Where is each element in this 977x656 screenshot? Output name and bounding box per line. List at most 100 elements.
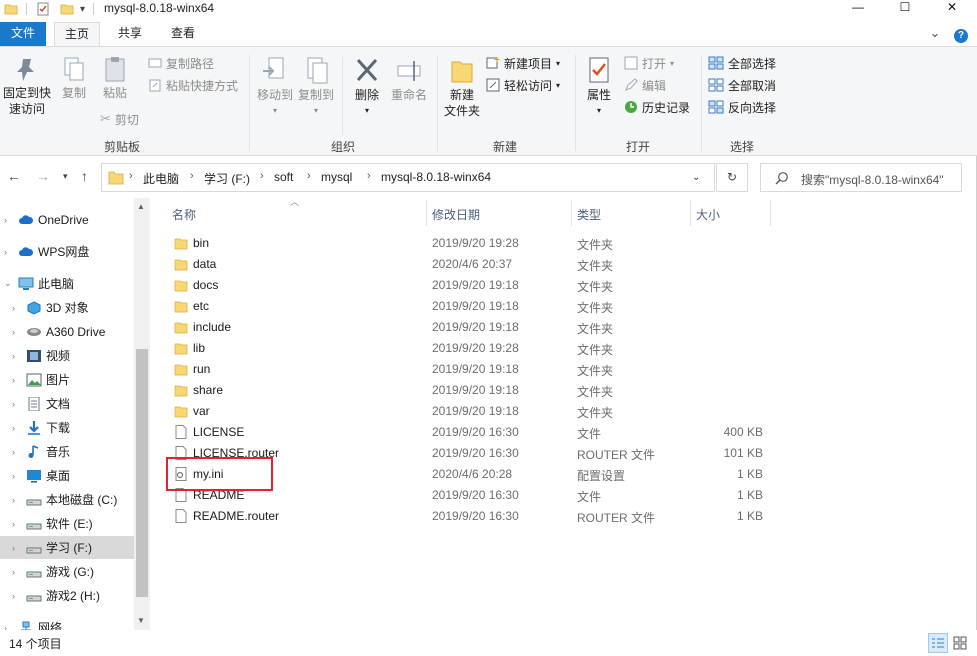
file-row[interactable]: data 2020/4/6 20:37 文件夹 <box>160 254 780 275</box>
new-folder-icon[interactable] <box>60 2 74 16</box>
nav-item[interactable]: › 游戏2 (H:) <box>0 584 134 607</box>
invert-selection-button[interactable]: 反向选择 <box>708 97 776 117</box>
forward-arrow-icon[interactable]: → <box>36 168 50 184</box>
ribbon-expand-icon[interactable]: ⌄ <box>928 22 942 46</box>
expanded-arrow-icon[interactable]: ⌄ <box>4 278 14 289</box>
collapsed-arrow-icon[interactable]: › <box>12 327 22 337</box>
back-arrow-icon[interactable]: ← <box>7 168 21 184</box>
column-header-name[interactable]: 名称 <box>172 206 196 223</box>
large-icons-view-button[interactable] <box>950 633 970 653</box>
nav-item[interactable]: ⌄ 此电脑 <box>0 272 134 295</box>
paste-shortcut-button[interactable]: 粘贴快捷方式 <box>148 75 238 95</box>
collapsed-arrow-icon[interactable]: › <box>12 351 22 361</box>
scroll-down-icon[interactable]: ▼ <box>137 616 145 625</box>
nav-item[interactable]: › 软件 (E:) <box>0 512 134 535</box>
collapsed-arrow-icon[interactable]: › <box>12 447 22 457</box>
file-row[interactable]: run 2019/9/20 19:18 文件夹 <box>160 359 780 380</box>
collapsed-arrow-icon[interactable]: › <box>12 519 22 529</box>
column-divider[interactable] <box>770 200 771 226</box>
nav-item[interactable]: › 桌面 <box>0 464 134 487</box>
file-row[interactable]: lib 2019/9/20 19:28 文件夹 <box>160 338 780 359</box>
collapsed-arrow-icon[interactable]: › <box>12 399 22 409</box>
collapsed-arrow-icon[interactable]: › <box>12 471 22 481</box>
collapsed-arrow-icon[interactable]: › <box>12 375 22 385</box>
tab-share[interactable]: 共享 <box>108 22 152 46</box>
collapsed-arrow-icon[interactable]: › <box>12 591 22 601</box>
select-all-button[interactable]: 全部选择 <box>708 53 776 73</box>
search-input[interactable]: 搜索"mysql-8.0.18-winx64" <box>760 163 962 192</box>
tab-view[interactable]: 查看 <box>160 22 206 46</box>
collapsed-arrow-icon[interactable]: › <box>12 567 22 577</box>
breadcrumb-soft[interactable]: soft <box>274 170 293 184</box>
nav-item[interactable]: › A360 Drive <box>0 320 134 343</box>
rename-button[interactable]: 重命名 <box>387 55 431 103</box>
file-row[interactable]: include 2019/9/20 19:18 文件夹 <box>160 317 780 338</box>
copy-button[interactable]: 复制 <box>57 55 91 101</box>
column-header-modified[interactable]: 修改日期 <box>432 206 480 223</box>
move-to-button[interactable]: 移动到 ▾ <box>255 55 295 119</box>
column-divider[interactable] <box>426 200 427 226</box>
address-bar[interactable]: › 此电脑 › 学习 (F:) › soft › mysql › mysql-8… <box>101 163 715 192</box>
scroll-up-icon[interactable]: ▲ <box>137 202 145 211</box>
pin-quick-access-button[interactable]: 固定到快 速访问 <box>0 55 54 117</box>
new-folder-button[interactable]: 新建 文件夹 <box>442 55 482 119</box>
close-button[interactable]: ✕ <box>932 0 972 16</box>
breadcrumb-current[interactable]: mysql-8.0.18-winx64 <box>381 170 491 184</box>
easy-access-button[interactable]: 轻松访问 ▾ <box>486 75 560 95</box>
breadcrumb-drive-f[interactable]: 学习 (F:) <box>204 170 250 187</box>
collapsed-arrow-icon[interactable]: › <box>4 215 14 225</box>
file-row[interactable]: docs 2019/9/20 19:18 文件夹 <box>160 275 780 296</box>
column-divider[interactable] <box>690 200 691 226</box>
copy-path-button[interactable]: 复制路径 <box>148 53 214 73</box>
select-none-button[interactable]: 全部取消 <box>708 75 776 95</box>
breadcrumb-mysql[interactable]: mysql <box>321 170 352 184</box>
nav-item[interactable]: › 游戏 (G:) <box>0 560 134 583</box>
collapsed-arrow-icon[interactable]: › <box>4 623 14 631</box>
column-header-size[interactable]: 大小 <box>696 206 720 223</box>
file-row[interactable]: share 2019/9/20 19:18 文件夹 <box>160 380 780 401</box>
nav-scrollbar-thumb[interactable] <box>136 349 148 597</box>
nav-item[interactable]: › OneDrive <box>0 208 134 231</box>
file-row[interactable]: var 2019/9/20 19:18 文件夹 <box>160 401 780 422</box>
cut-button[interactable]: ✂ 剪切 <box>100 109 139 129</box>
collapsed-arrow-icon[interactable]: › <box>12 495 22 505</box>
nav-item[interactable]: › 图片 <box>0 368 134 391</box>
collapsed-arrow-icon[interactable]: › <box>12 543 22 553</box>
details-view-button[interactable] <box>928 633 948 653</box>
nav-item[interactable]: › 本地磁盘 (C:) <box>0 488 134 511</box>
collapsed-arrow-icon[interactable]: › <box>12 303 22 313</box>
file-row[interactable]: LICENSE 2019/9/20 16:30 文件 400 KB <box>160 422 780 443</box>
refresh-button[interactable]: ↻ <box>716 163 748 192</box>
edit-button[interactable]: 编辑 <box>624 75 666 95</box>
tab-home[interactable]: 主页 <box>54 22 100 46</box>
recent-locations-icon[interactable]: ▾ <box>63 171 68 182</box>
help-icon[interactable]: ? <box>952 22 970 46</box>
properties-button[interactable]: 属性 ▾ <box>582 55 616 119</box>
customize-toolbar-icon[interactable]: ▾ <box>80 4 85 15</box>
open-button[interactable]: 打开 ▾ <box>624 53 674 73</box>
copy-to-button[interactable]: 复制到 ▾ <box>296 55 336 119</box>
file-row[interactable]: etc 2019/9/20 19:18 文件夹 <box>160 296 780 317</box>
history-button[interactable]: 历史记录 <box>624 97 690 117</box>
nav-item[interactable]: › 音乐 <box>0 440 134 463</box>
column-divider[interactable] <box>571 200 572 226</box>
delete-button[interactable]: 删除 ▾ <box>350 55 384 119</box>
column-header-type[interactable]: 类型 <box>577 206 601 223</box>
nav-item[interactable]: › 文档 <box>0 392 134 415</box>
file-row[interactable]: bin 2019/9/20 19:28 文件夹 <box>160 233 780 254</box>
breadcrumb-this-pc[interactable]: 此电脑 <box>143 170 179 187</box>
paste-button[interactable]: 粘贴 <box>98 55 132 101</box>
minimize-button[interactable]: — <box>838 0 878 16</box>
nav-item[interactable]: › 网络 <box>0 616 134 630</box>
tab-file[interactable]: 文件 <box>0 22 46 46</box>
maximize-button[interactable]: ☐ <box>885 0 925 16</box>
collapsed-arrow-icon[interactable]: › <box>12 423 22 433</box>
nav-item[interactable]: › 下载 <box>0 416 134 439</box>
nav-item[interactable]: › WPS网盘 <box>0 240 134 263</box>
nav-item[interactable]: › 学习 (F:) <box>0 536 134 559</box>
folder-icon[interactable] <box>4 2 18 16</box>
nav-item[interactable]: › 视频 <box>0 344 134 367</box>
file-row[interactable]: README.router 2019/9/20 16:30 ROUTER 文件 1 K… <box>160 506 780 527</box>
address-dropdown-icon[interactable]: ⌄ <box>692 172 700 183</box>
collapsed-arrow-icon[interactable]: › <box>4 247 14 257</box>
